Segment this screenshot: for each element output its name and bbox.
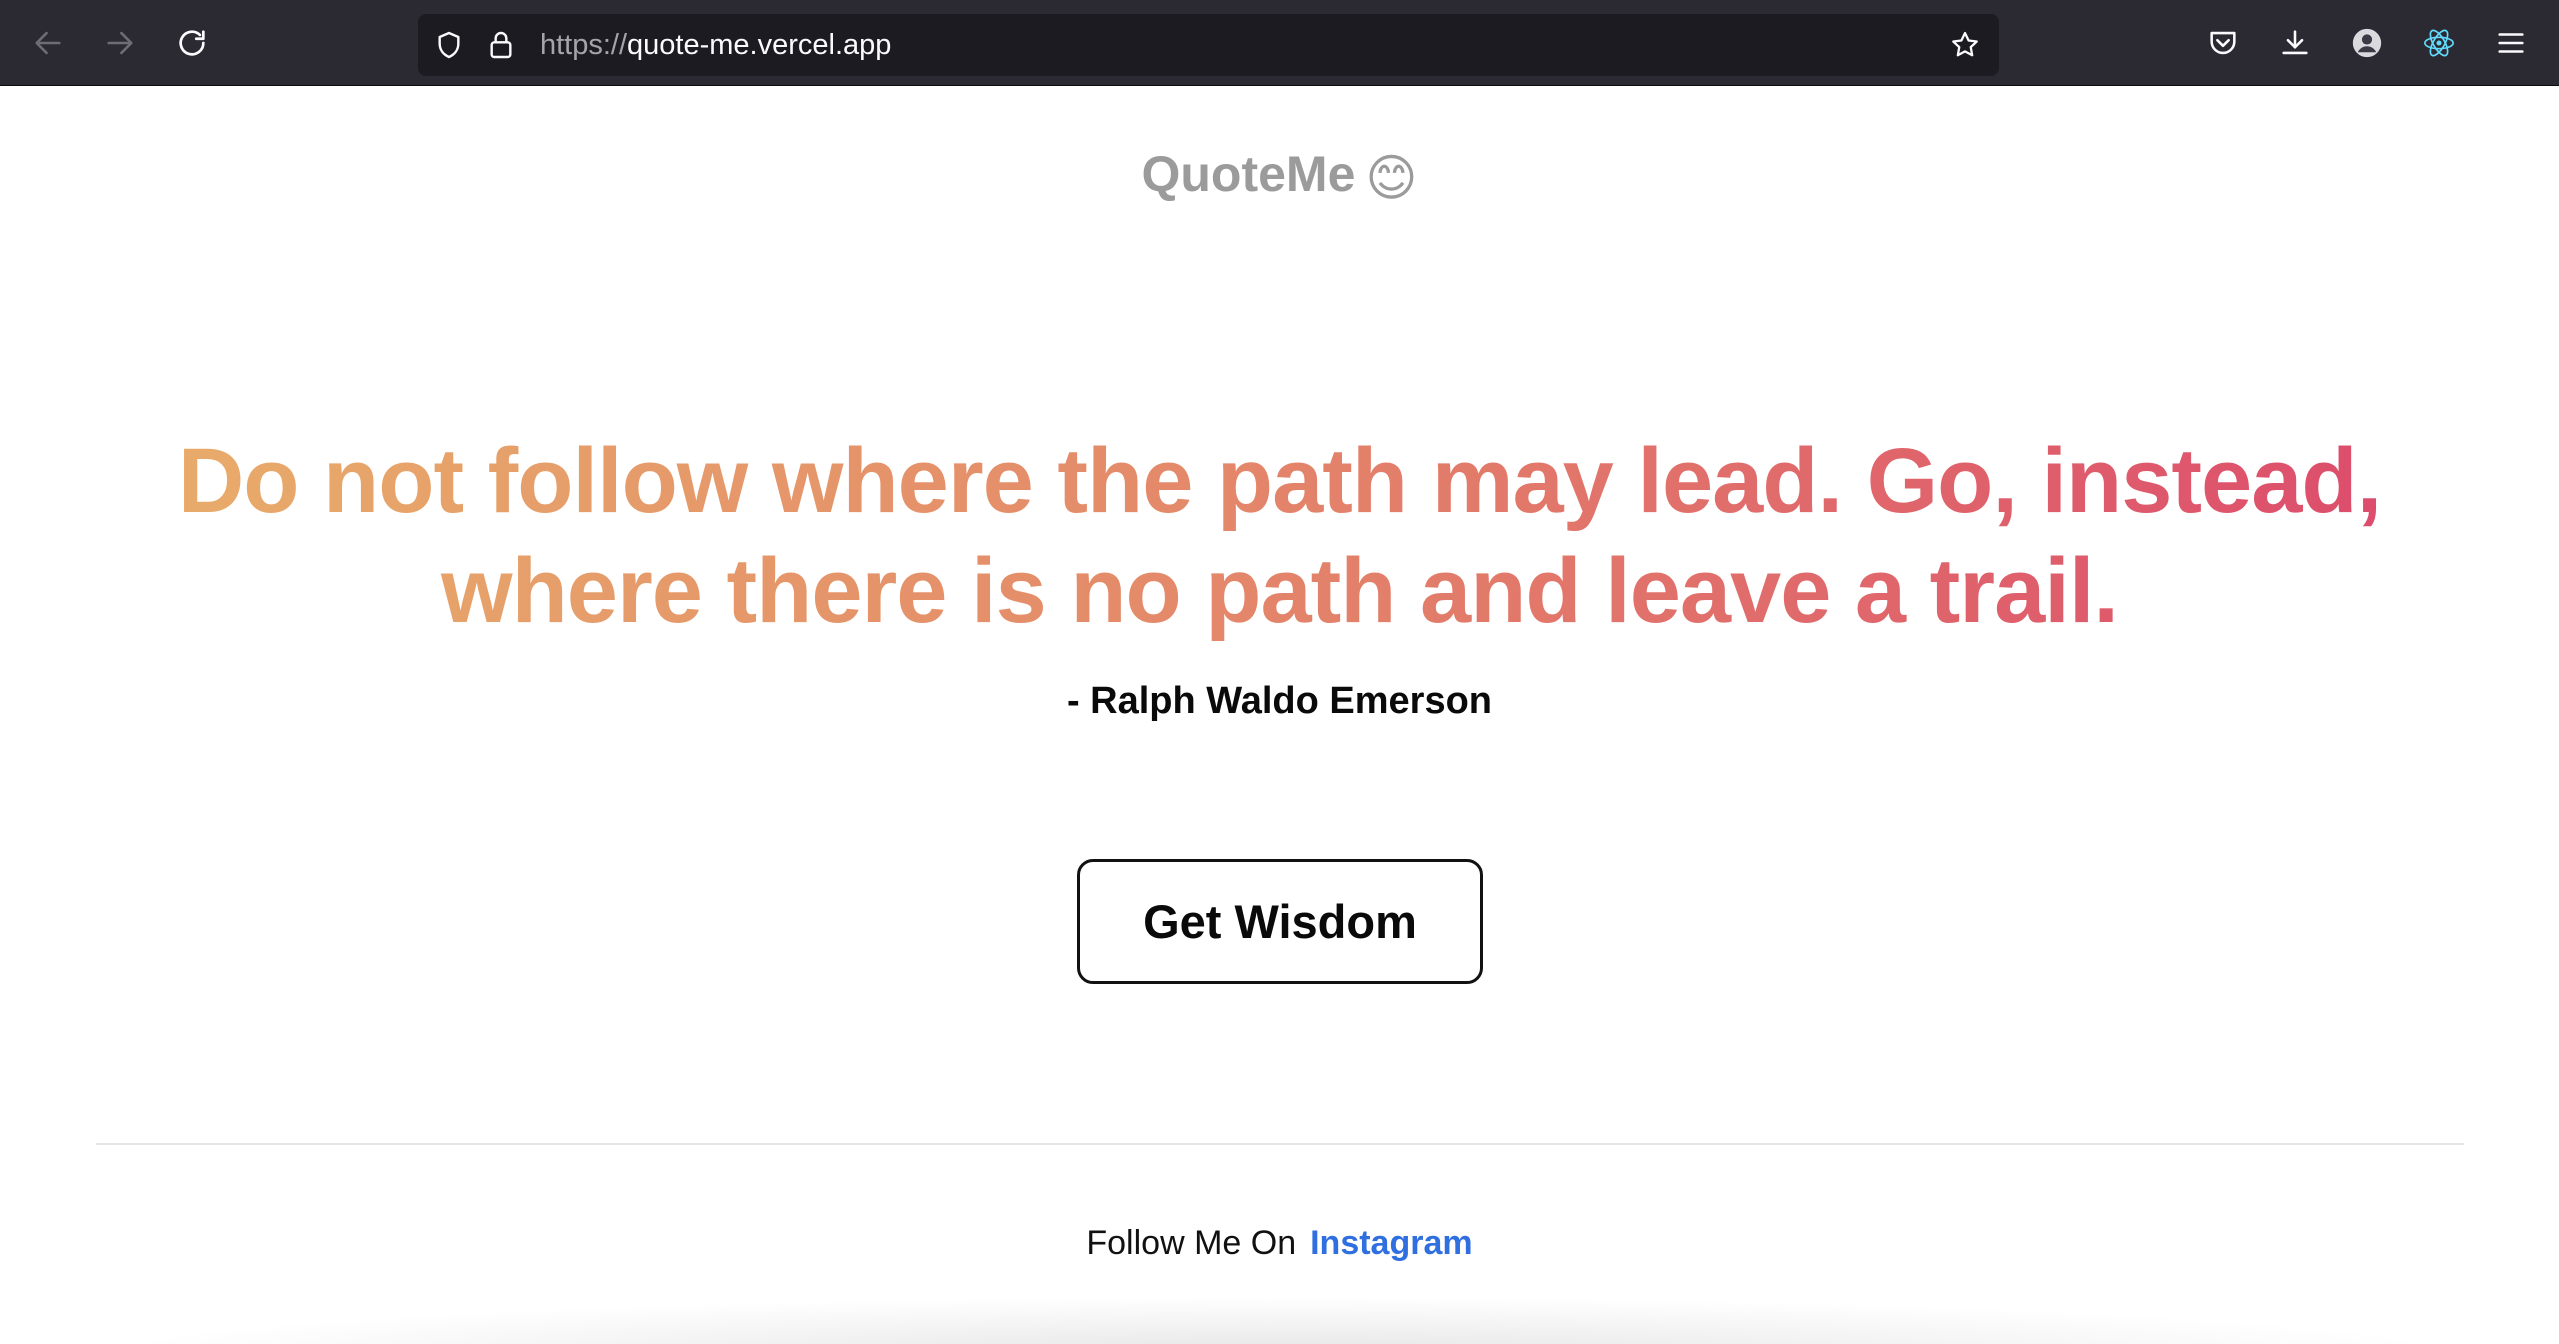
browser-toolbar: https://quote-me.vercel.app — [0, 0, 2559, 86]
quote-author: - Ralph Waldo Emerson — [1066, 680, 1493, 722]
smile-emoji-icon: 😊 — [1365, 150, 1418, 206]
arrow-left-icon — [35, 31, 61, 55]
brand-name: QuoteMe — [1141, 146, 1356, 202]
forward-button[interactable] — [92, 15, 148, 71]
app-menu-button[interactable] — [2483, 15, 2539, 71]
bottom-shadow — [80, 1296, 2480, 1344]
page-content: QuoteMe 😊 Do not follow where the path ma… — [0, 86, 2559, 1344]
shield-icon[interactable] — [430, 26, 468, 64]
url-scheme: https:// — [540, 29, 628, 61]
url-text[interactable]: https://quote-me.vercel.app — [540, 14, 891, 76]
footer: Follow Me On Instagram — [0, 1222, 2559, 1264]
hamburger-menu-icon — [2498, 33, 2524, 53]
site-logo[interactable]: QuoteMe 😊 — [0, 144, 2559, 208]
address-bar[interactable]: https://quote-me.vercel.app — [418, 14, 1999, 76]
quote-text: Do not follow where the path may lead. G… — [110, 426, 2449, 646]
download-icon — [2282, 30, 2308, 55]
get-wisdom-button[interactable]: Get Wisdom — [1077, 859, 1483, 984]
url-host: quote-me.vercel.app — [627, 29, 892, 61]
react-devtools-button[interactable] — [2411, 15, 2467, 71]
instagram-link[interactable]: Instagram — [1310, 1224, 1473, 1262]
lock-icon[interactable] — [482, 26, 520, 64]
pocket-button[interactable] — [2195, 15, 2251, 71]
downloads-button[interactable] — [2267, 15, 2323, 71]
account-icon — [2352, 28, 2382, 58]
pocket-icon — [2210, 31, 2236, 55]
footer-divider — [96, 1143, 2464, 1145]
browser-window: https://quote-me.vercel.app QuoteMe 😊 Do… — [0, 0, 2559, 1344]
react-icon — [2423, 29, 2455, 57]
star-icon[interactable] — [1946, 26, 1984, 64]
account-button[interactable] — [2339, 15, 2395, 71]
reload-icon — [179, 30, 205, 56]
back-button[interactable] — [20, 15, 76, 71]
arrow-right-icon — [107, 31, 133, 55]
reload-button[interactable] — [164, 15, 220, 71]
footer-text: Follow Me On — [1086, 1224, 1297, 1262]
